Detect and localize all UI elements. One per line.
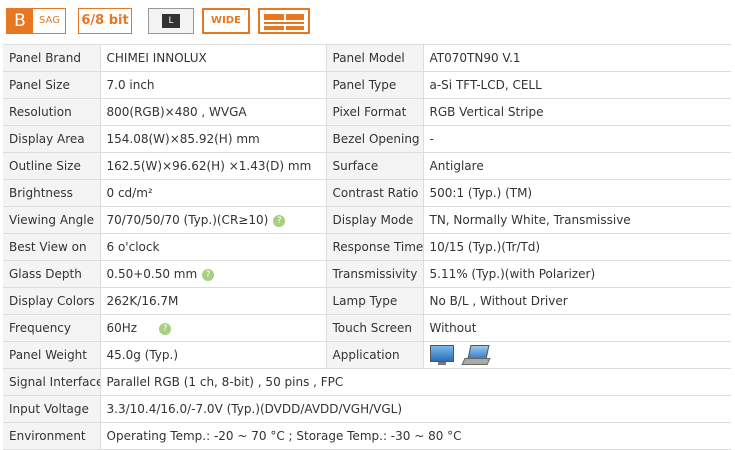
spec-value: Antiglare [422,152,731,180]
spec-value: CHIMEI INNOLUX [99,44,326,72]
spec-label: Response Time [325,233,423,261]
spec-label: Touch Screen [325,314,423,342]
spec-value-cell: 70/70/50/70 (Typ.)(CR≥10)? [99,206,326,234]
layout-icon [258,8,310,34]
sag-badge-letter: B [7,9,33,33]
spec-row: Resolution 800(RGB)×480 , WVGA Pixel For… [3,98,731,126]
info-icon[interactable]: ? [273,214,286,227]
spec-value: 0 cd/m² [99,179,326,207]
wide-badge: WIDE [202,8,250,34]
spec-label: Frequency [3,314,100,342]
spec-row: Best View on 6 o'clock Response Time 10/… [3,233,731,261]
info-icon[interactable]: ? [202,268,215,281]
l-shape-badge: L [148,8,194,34]
spec-value: 162.5(W)×96.62(H) ×1.43(D) mm [99,152,326,180]
l-shape-badge-mark: L [162,14,180,28]
spec-value: No B/L , Without Driver [422,287,731,315]
spec-value: 45.0g (Typ.) [99,341,326,369]
spec-value: 10/15 (Typ.)(Tr/Td) [422,233,731,261]
sag-badge-word: SAG [39,15,60,26]
spec-table: Panel Brand CHIMEI INNOLUX Panel Model A… [3,44,731,450]
spec-value: Parallel RGB (1 ch, 8-bit) , 50 pins , F… [99,368,731,396]
spec-label: Glass Depth [3,260,100,288]
spec-value: 800(RGB)×480 , WVGA [99,98,326,126]
spec-row: Glass Depth 0.50+0.50 mm? Transmissivity… [3,260,731,288]
spec-label: Display Colors [3,287,100,315]
spec-row: Panel Brand CHIMEI INNOLUX Panel Model A… [3,44,731,72]
spec-label: Viewing Angle [3,206,100,234]
spec-value: 7.0 inch [99,71,326,99]
spec-label: Display Mode [325,206,423,234]
spec-label: Best View on [3,233,100,261]
laptop-icon [461,345,491,365]
spec-value: RGB Vertical Stripe [422,98,731,126]
spec-value: 154.08(W)×85.92(H) mm [99,125,326,153]
monitor-icon [429,345,454,365]
bit-depth-badge: 6/8 bit [78,8,132,34]
spec-label: Environment [3,422,100,450]
spec-label: Panel Size [3,71,100,99]
spec-value: 3.3/10.4/16.0/-7.0V (Typ.)(DVDD/AVDD/VGH… [99,395,731,423]
spec-value: TN, Normally White, Transmissive [422,206,731,234]
spec-label: Lamp Type [325,287,423,315]
spec-row: Frequency 60Hz? Touch Screen Without [3,314,731,342]
spec-row: Panel Weight 45.0g (Typ.) Application [3,341,731,369]
spec-value: 60Hz [106,321,138,335]
spec-row: Display Colors 262K/16.7M Lamp Type No B… [3,287,731,315]
spec-label: Display Area [3,125,100,153]
spec-label: Signal Interface [3,368,100,396]
spec-row: Brightness 0 cd/m² Contrast Ratio 500:1 … [3,179,731,207]
info-icon[interactable]: ? [159,322,172,335]
spec-row: Input Voltage 3.3/10.4/16.0/-7.0V (Typ.)… [3,395,731,423]
spec-label: Contrast Ratio [325,179,423,207]
spec-value: 0.50+0.50 mm [106,267,198,281]
spec-value-cell: 60Hz? [99,314,326,342]
spec-label: Application [325,341,423,369]
spec-row: Signal Interface Parallel RGB (1 ch, 8-b… [3,368,731,396]
spec-value: 70/70/50/70 (Typ.)(CR≥10) [106,213,269,227]
spec-label: Panel Weight [3,341,100,369]
spec-value: - [422,125,731,153]
spec-value: 500:1 (Typ.) (TM) [422,179,731,207]
spec-row: Outline Size 162.5(W)×96.62(H) ×1.43(D) … [3,152,731,180]
spec-value: 6 o'clock [99,233,326,261]
spec-value: Operating Temp.: -20 ~ 70 °C ; Storage T… [99,422,731,450]
spec-label: Brightness [3,179,100,207]
spec-value: AT070TN90 V.1 [422,44,731,72]
spec-label: Input Voltage [3,395,100,423]
application-icons [422,341,731,369]
spec-label: Bezel Opening [325,125,423,153]
spec-value: 262K/16.7M [99,287,326,315]
spec-label: Pixel Format [325,98,423,126]
spec-value-cell: 0.50+0.50 mm? [99,260,326,288]
sag-badge: B SAG [6,8,66,34]
spec-row: Environment Operating Temp.: -20 ~ 70 °C… [3,422,731,450]
spec-label: Surface [325,152,423,180]
spec-label: Outline Size [3,152,100,180]
spec-row: Panel Size 7.0 inch Panel Type a-Si TFT-… [3,71,731,99]
spec-value: Without [422,314,731,342]
spec-row: Display Area 154.08(W)×85.92(H) mm Bezel… [3,125,731,153]
spec-label: Resolution [3,98,100,126]
spec-label: Panel Brand [3,44,100,72]
spec-label: Transmissivity [325,260,423,288]
spec-value: 5.11% (Typ.)(with Polarizer) [422,260,731,288]
spec-label: Panel Type [325,71,423,99]
spec-row: Viewing Angle 70/70/50/70 (Typ.)(CR≥10)?… [3,206,731,234]
spec-label: Panel Model [325,44,423,72]
spec-value: a-Si TFT-LCD, CELL [422,71,731,99]
